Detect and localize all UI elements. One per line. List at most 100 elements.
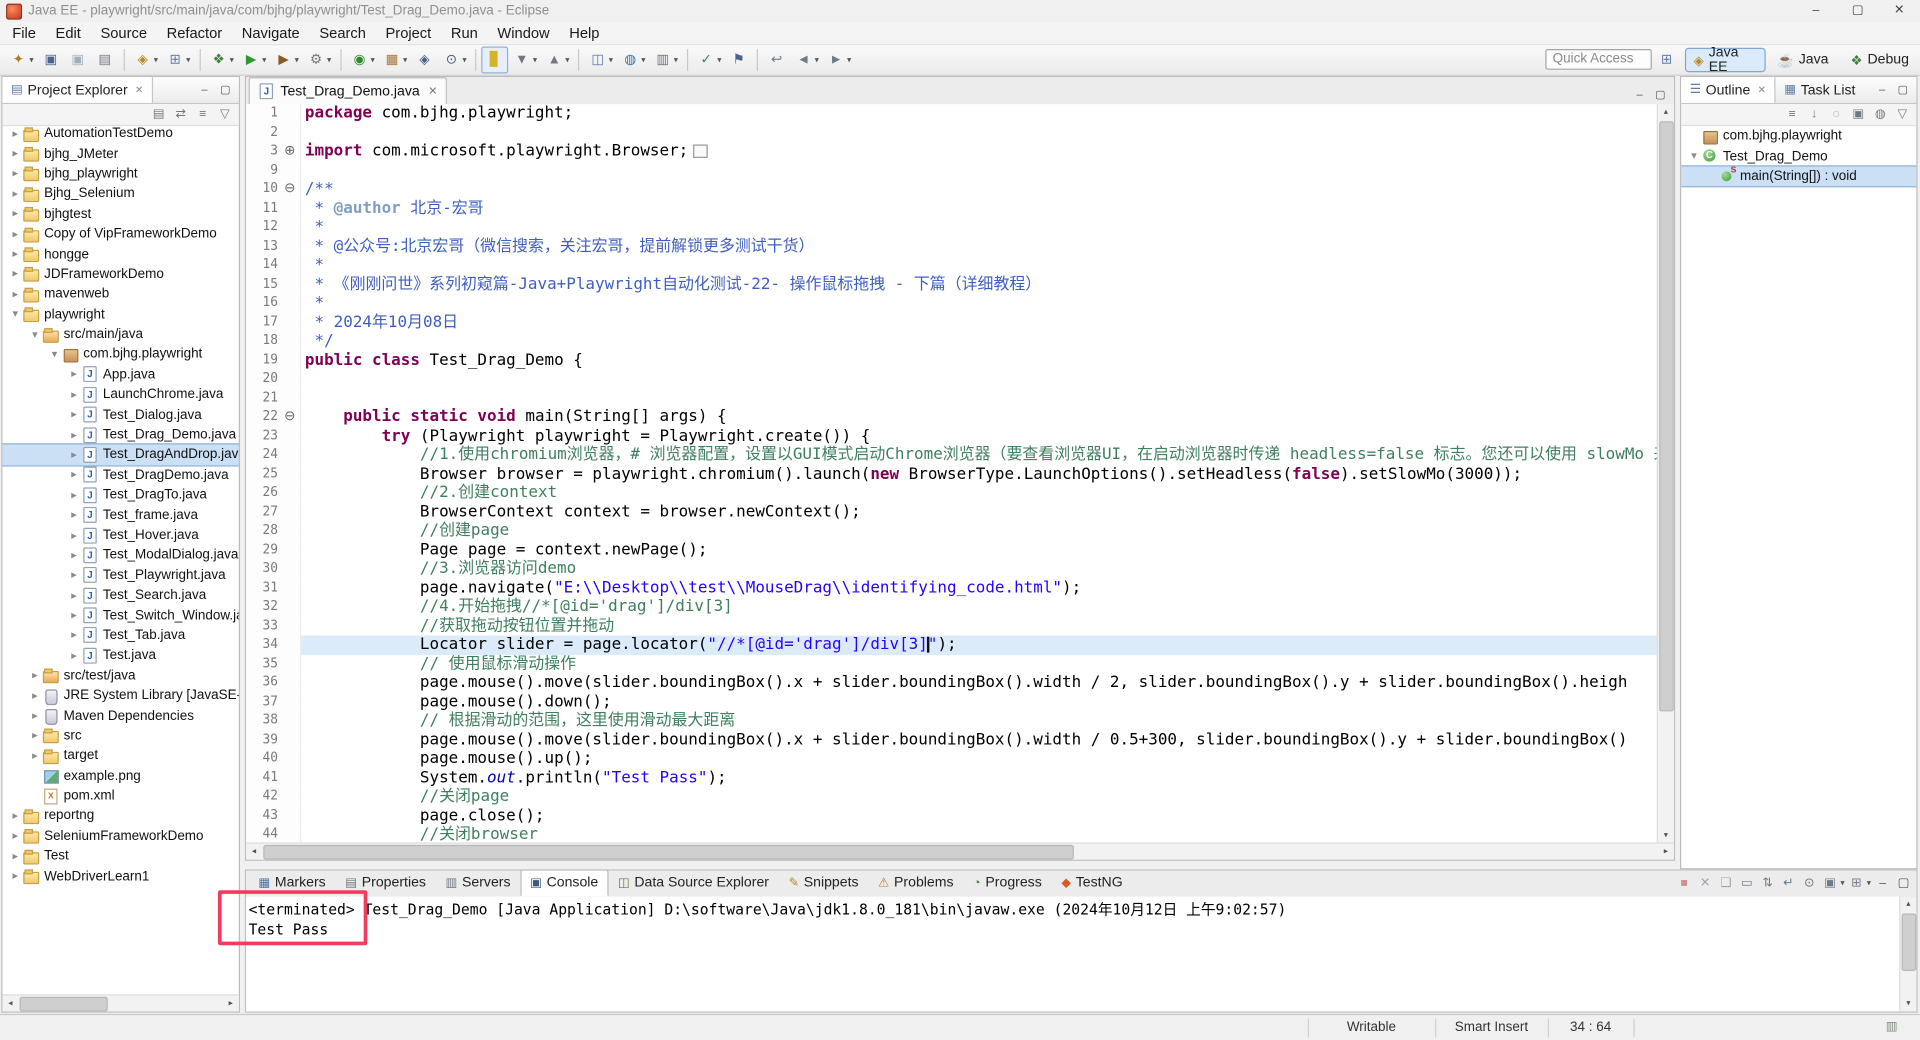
scroll-right-icon[interactable]: ▸ — [1658, 844, 1674, 860]
menu-search[interactable]: Search — [310, 23, 376, 43]
view-close-icon[interactable]: ✕ — [1758, 84, 1766, 95]
code-line-11[interactable]: 11 * @author 北京-宏哥 — [246, 199, 1658, 218]
pin-console-icon[interactable]: ⊙ — [1800, 874, 1818, 892]
code-line-18[interactable]: 18 */ — [246, 332, 1658, 351]
new-java-ee-project-button[interactable]: ◈▾ — [129, 47, 161, 74]
open-console-button[interactable]: ⊞▾ — [1847, 874, 1871, 892]
tree-expand-icon[interactable]: ▸ — [66, 468, 82, 481]
tree-item-src-main-java[interactable]: ▾src/main/java — [2, 324, 238, 344]
code-line-44[interactable]: 44 //关闭browser — [246, 825, 1658, 843]
tree-item-launchchrome-java[interactable]: ▸LaunchChrome.java — [2, 385, 238, 405]
code-line-31[interactable]: 31 page.navigate("E:\\Desktop\\test\\Mou… — [246, 579, 1658, 598]
tree-expand-icon[interactable]: ▸ — [27, 709, 43, 722]
tree-item-mavenweb[interactable]: ▸mavenweb — [2, 284, 238, 304]
display-selected-console-button[interactable]: ▣▾ — [1821, 874, 1845, 892]
task-button[interactable]: ✓▾ — [693, 47, 725, 74]
outline-minimize-icon[interactable]: – — [1873, 81, 1890, 98]
display-selected-console-icon[interactable]: ▣ — [1821, 874, 1839, 892]
tree-item-test-drag-demo-java[interactable]: ▸Test_Drag_Demo.java — [2, 425, 238, 445]
tree-item-test-switch-window-java[interactable]: ▸Test_Switch_Window.java — [2, 605, 238, 625]
explorer-minimize-icon[interactable]: – — [196, 81, 213, 98]
tree-expand-icon[interactable]: ▸ — [7, 849, 23, 862]
tree-item-test-draganddrop-java[interactable]: ▸Test_DragAndDrop.java — [2, 445, 238, 465]
tree-item-bjhg-jmeter[interactable]: ▸bjhg_JMeter — [2, 144, 238, 164]
code-line-42[interactable]: 42 //关闭page — [246, 787, 1658, 806]
tree-expand-icon[interactable]: ▸ — [27, 749, 43, 762]
explorer-view-menu-icon[interactable]: ▽ — [216, 105, 234, 123]
tree-expand-icon[interactable]: ▾ — [27, 328, 43, 341]
code-line-20[interactable]: 20 — [246, 370, 1658, 389]
tree-item-automationtestdemo[interactable]: ▸AutomationTestDemo — [2, 124, 238, 144]
print-button[interactable]: ▤ — [91, 47, 118, 74]
code-line-33[interactable]: 33 //获取拖动按钮位置并拖动 — [246, 617, 1658, 636]
tree-item-test-search-java[interactable]: ▸Test_Search.java — [2, 585, 238, 605]
web-browser-button[interactable]: ◍▾ — [617, 47, 649, 74]
tree-expand-icon[interactable]: ▸ — [7, 147, 23, 160]
scroll-up-icon[interactable]: ▴ — [1658, 104, 1674, 120]
tree-item-target[interactable]: ▸target — [2, 746, 238, 766]
collapsed-code-icon[interactable] — [693, 144, 708, 157]
editor-minimize-icon[interactable]: – — [1631, 87, 1648, 104]
tab-servers[interactable]: ▥Servers — [436, 869, 521, 896]
outline-item-com-bjhg-playwright[interactable]: com.bjhg.playwright — [1681, 126, 1916, 146]
tree-item-test-hover-java[interactable]: ▸Test_Hover.java — [2, 525, 238, 545]
previous-annotation-button[interactable]: ▲▾ — [541, 47, 573, 74]
tree-item-test[interactable]: ▸Test — [2, 846, 238, 866]
code-line-26[interactable]: 26 //2.创建context — [246, 484, 1658, 503]
code-line-13[interactable]: 13 * @公众号:北京宏哥（微信搜索，关注宏哥，提前解锁更多测试干货） — [246, 237, 1658, 256]
menu-source[interactable]: Source — [91, 23, 157, 43]
code-line-38[interactable]: 38 // 根据滑动的范围，这里使用滑动最大距离 — [246, 711, 1658, 730]
new-web-page-button[interactable]: ◫▾ — [584, 47, 616, 74]
explorer-view-as-icon[interactable]: ▤ — [149, 105, 167, 123]
new-servlet-button[interactable]: ⊞▾ — [162, 47, 194, 74]
tree-expand-icon[interactable]: ▸ — [66, 548, 82, 561]
tree-expand-icon[interactable]: ▸ — [7, 227, 23, 240]
tree-expand-icon[interactable]: ▸ — [27, 729, 43, 742]
new-java-class-button[interactable]: ◉▾ — [346, 47, 378, 74]
outline-item-test-drag-demo[interactable]: ▾Test_Drag_Demo — [1681, 146, 1916, 166]
tree-item-jdframeworkdemo[interactable]: ▸JDFrameworkDemo — [2, 264, 238, 284]
menu-project[interactable]: Project — [376, 23, 441, 43]
outline-collapse-all-icon[interactable]: ≡ — [1783, 105, 1801, 123]
tree-expand-icon[interactable]: ▸ — [66, 508, 82, 521]
tree-item-playwright[interactable]: ▾playwright — [2, 304, 238, 324]
tree-item-bjhg-playwright[interactable]: ▸bjhg_playwright — [2, 164, 238, 184]
new-button[interactable]: ✦▾ — [5, 47, 37, 74]
fold-minus-icon[interactable]: ⊖ — [284, 409, 295, 425]
scroll-up-icon[interactable]: ▴ — [1900, 896, 1916, 912]
back-button[interactable]: ◄▾ — [790, 47, 822, 74]
tab-console[interactable]: ▣Console — [520, 869, 608, 896]
code-line-37[interactable]: 37 page.mouse().down(); — [246, 692, 1658, 711]
code-line-40[interactable]: 40 page.mouse().up(); — [246, 749, 1658, 768]
open-console-icon[interactable]: ⊞ — [1847, 874, 1865, 892]
tree-expand-icon[interactable]: ▸ — [66, 448, 82, 461]
code-line-21[interactable]: 21 — [246, 389, 1658, 408]
terminate-icon[interactable]: ■ — [1675, 874, 1693, 892]
tree-expand-icon[interactable]: ▾ — [1686, 149, 1702, 162]
remove-all-launches-icon[interactable]: ❏ — [1717, 874, 1735, 892]
close-button[interactable]: ✕ — [1878, 0, 1920, 22]
tree-expand-icon[interactable]: ▸ — [66, 609, 82, 622]
word-wrap-icon[interactable]: ↵ — [1779, 874, 1797, 892]
scrollbar-thumb[interactable] — [1659, 121, 1674, 711]
tree-expand-icon[interactable]: ▸ — [66, 528, 82, 541]
code-editor[interactable]: 1package com.bjhg.playwright;23⊕import c… — [246, 104, 1674, 844]
tree-expand-icon[interactable]: ▸ — [66, 488, 82, 501]
external-tools-button[interactable]: ⚙▾ — [303, 47, 335, 74]
tab-snippets[interactable]: ✎Snippets — [779, 869, 869, 896]
editor-vscrollbar[interactable]: ▴ ▾ — [1657, 104, 1674, 844]
code-line-3[interactable]: 3⊕import com.microsoft.playwright.Browse… — [246, 142, 1658, 161]
tree-item-jre-system-library-javase-1-8[interactable]: ▸JRE System Library [JavaSE-1.8] — [2, 686, 238, 706]
tree-expand-icon[interactable]: ▸ — [7, 207, 23, 220]
editor-hscrollbar[interactable]: ◂ ▸ — [246, 842, 1674, 859]
outline-maximize-icon[interactable]: ▢ — [1894, 81, 1911, 98]
tree-item-webdriverlearn1[interactable]: ▸WebDriverLearn1 — [2, 866, 238, 886]
scrollbar-thumb[interactable] — [20, 997, 108, 1012]
tree-expand-icon[interactable]: ▸ — [66, 368, 82, 381]
code-line-19[interactable]: 19public class Test_Drag_Demo { — [246, 351, 1658, 370]
open-type-button[interactable]: ◈ — [411, 47, 438, 74]
clear-console-icon[interactable]: ▭ — [1738, 874, 1756, 892]
scroll-down-icon[interactable]: ▾ — [1658, 828, 1674, 844]
code-line-28[interactable]: 28 //创建page — [246, 522, 1658, 541]
tab-progress[interactable]: ◔Progress — [963, 869, 1051, 896]
